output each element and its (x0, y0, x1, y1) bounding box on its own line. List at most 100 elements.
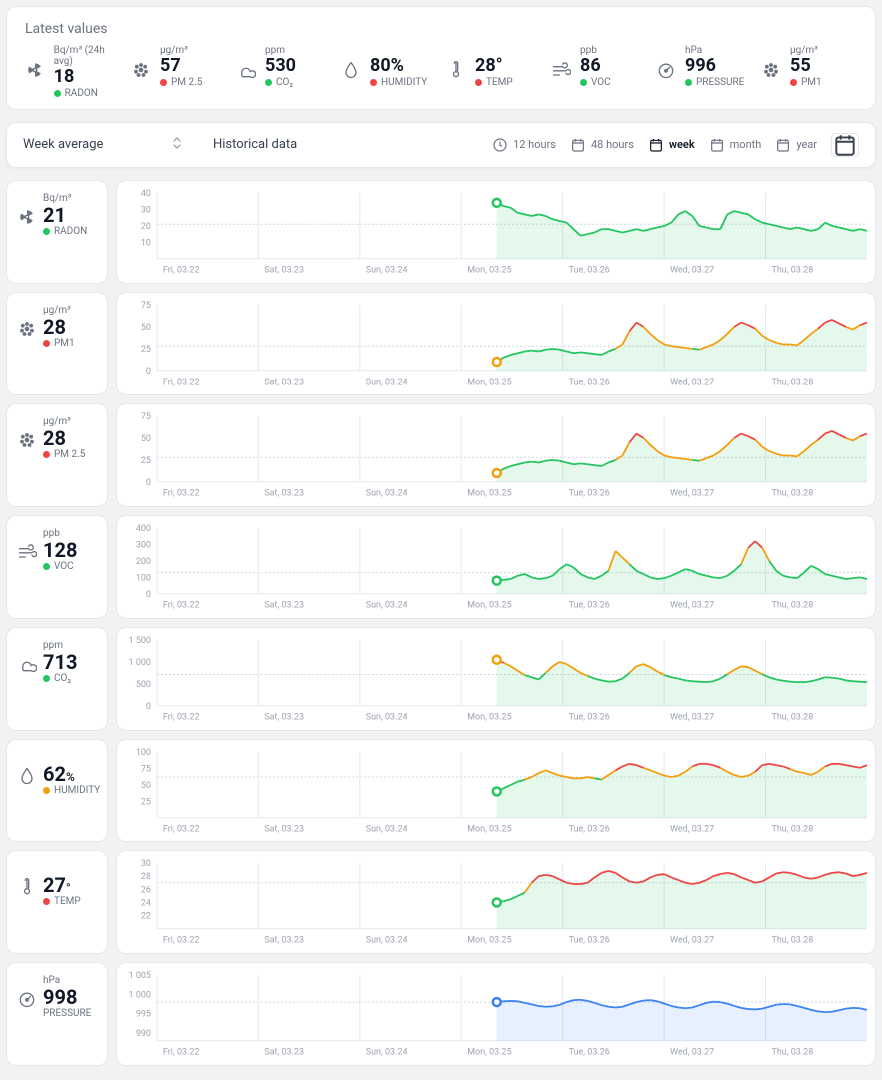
svg-text:25: 25 (141, 797, 151, 807)
average-select[interactable]: Week average (23, 137, 163, 152)
svg-text:Tue, 03.26: Tue, 03.26 (569, 936, 610, 946)
svg-text:75: 75 (141, 301, 151, 311)
chart-row-pm25: µg/m³ 28 PM 2.5 0255075Fri, 03.22Sat, 03… (6, 403, 876, 507)
svg-text:Mon, 03.25: Mon, 03.25 (467, 266, 511, 276)
status-dot (790, 79, 797, 86)
chart-pressure[interactable]: 9909951 0001 005Fri, 03.22Sat, 03.23Sun,… (116, 962, 876, 1066)
status-dot (475, 79, 482, 86)
status-dot (43, 675, 50, 682)
range-48h[interactable]: 48 hours (570, 137, 634, 153)
svg-text:Wed, 03.27: Wed, 03.27 (670, 489, 714, 499)
svg-text:Mon, 03.25: Mon, 03.25 (467, 713, 511, 723)
side-name: VOC (54, 561, 74, 572)
svg-text:Tue, 03.26: Tue, 03.26 (569, 601, 610, 611)
range-12h[interactable]: 12 hours (492, 137, 556, 153)
svg-text:200: 200 (136, 557, 151, 567)
range-label: month (730, 138, 762, 151)
side-card-humidity: 62% HUMIDITY (6, 739, 108, 843)
svg-text:30: 30 (141, 205, 151, 215)
status-dot (43, 898, 50, 905)
svg-text:Sat, 03.23: Sat, 03.23 (264, 1048, 304, 1058)
svg-text:50: 50 (141, 434, 151, 444)
chart-voc[interactable]: 0100200300400Fri, 03.22Sat, 03.23Sun, 03… (116, 515, 876, 619)
range-week[interactable]: week (648, 137, 695, 153)
svg-text:Sun, 03.24: Sun, 03.24 (366, 489, 408, 499)
svg-text:0: 0 (146, 702, 151, 712)
svg-text:1 500: 1 500 (129, 636, 151, 646)
chart-temp[interactable]: 2224262830Fri, 03.22Sat, 03.23Sun, 03.24… (116, 850, 876, 954)
chart-pm1[interactable]: 0255075Fri, 03.22Sat, 03.23Sun, 03.24Mon… (116, 292, 876, 396)
svg-text:Wed, 03.27: Wed, 03.27 (670, 601, 714, 611)
side-name: HUMIDITY (54, 785, 100, 796)
radon-icon (25, 59, 46, 81)
temp-icon (17, 877, 37, 897)
lv-name: PM1 (801, 77, 822, 88)
range-label: year (796, 138, 817, 151)
svg-text:Fri, 03.22: Fri, 03.22 (163, 1048, 200, 1058)
side-name: PM1 (54, 338, 75, 349)
svg-text:990: 990 (136, 1029, 151, 1039)
svg-text:25: 25 (141, 456, 151, 466)
svg-text:Fri, 03.22: Fri, 03.22 (163, 824, 200, 834)
svg-text:995: 995 (136, 1010, 151, 1020)
side-value: 28 (43, 316, 75, 338)
svg-text:0: 0 (146, 478, 151, 488)
side-unit (43, 752, 100, 763)
chart-row-humidity: 62% HUMIDITY 255075100Fri, 03.22Sat, 03.… (6, 739, 876, 843)
latest-values-title: Latest values (25, 21, 857, 37)
latest-radon: Bq/m³ (24h avg) 18 RADON (25, 45, 122, 99)
svg-text:Sat, 03.23: Sat, 03.23 (264, 713, 304, 723)
side-value: 62% (43, 763, 100, 785)
historical-data-label: Historical data (213, 137, 297, 152)
svg-text:Tue, 03.26: Tue, 03.26 (569, 489, 610, 499)
svg-text:Fri, 03.22: Fri, 03.22 (163, 601, 200, 611)
latest-values-row: Bq/m³ (24h avg) 18 RADON µg/m³ 57 PM 2.5… (25, 45, 857, 99)
range-year[interactable]: year (775, 137, 817, 153)
svg-text:Wed, 03.27: Wed, 03.27 (670, 824, 714, 834)
calendar-button[interactable] (831, 133, 859, 157)
chart-co2[interactable]: 05001 0001 500Fri, 03.22Sat, 03.23Sun, 0… (116, 627, 876, 731)
svg-text:26: 26 (141, 886, 151, 896)
chart-humidity[interactable]: 255075100Fri, 03.22Sat, 03.23Sun, 03.24M… (116, 739, 876, 843)
side-card-co2: ppm 713 CO₂ (6, 627, 108, 731)
chart-row-pm1: µg/m³ 28 PM1 0255075Fri, 03.22Sat, 03.23… (6, 292, 876, 396)
svg-text:30: 30 (141, 859, 151, 869)
chart-pm25[interactable]: 0255075Fri, 03.22Sat, 03.23Sun, 03.24Mon… (116, 403, 876, 507)
side-unit: µg/m³ (43, 305, 75, 316)
svg-text:Thu, 03.28: Thu, 03.28 (772, 824, 814, 834)
svg-text:Sun, 03.24: Sun, 03.24 (366, 713, 408, 723)
side-card-temp: 27° TEMP (6, 850, 108, 954)
status-dot (43, 228, 50, 235)
latest-values-card: Latest values Bq/m³ (24h avg) 18 RADON µ… (6, 6, 876, 110)
latest-co-: ppm 530 CO₂ (235, 45, 332, 99)
lv-name: PRESSURE (696, 77, 744, 88)
chart-radon[interactable]: 10203040Fri, 03.22Sat, 03.23Sun, 03.24Mo… (116, 180, 876, 284)
lv-name: CO₂ (276, 77, 293, 88)
status-dot (43, 563, 50, 570)
svg-text:0: 0 (146, 366, 151, 376)
svg-text:100: 100 (136, 573, 151, 583)
svg-text:40: 40 (141, 189, 151, 199)
side-value: 713 (43, 651, 77, 673)
svg-text:Mon, 03.25: Mon, 03.25 (467, 936, 511, 946)
lv-value: 28° (475, 56, 513, 76)
side-name: TEMP (54, 896, 81, 907)
chevron-sort-icon[interactable] (171, 136, 183, 154)
svg-text:Mon, 03.25: Mon, 03.25 (467, 601, 511, 611)
side-value: 998 (43, 986, 91, 1008)
range-label: week (669, 138, 695, 151)
svg-text:1 005: 1 005 (129, 971, 151, 981)
svg-text:Wed, 03.27: Wed, 03.27 (670, 936, 714, 946)
chart-row-pressure: hPa 998 PRESSURE 9909951 0001 005Fri, 03… (6, 962, 876, 1066)
svg-text:Tue, 03.26: Tue, 03.26 (569, 266, 610, 276)
svg-text:0: 0 (146, 590, 151, 600)
side-name: CO₂ (54, 673, 71, 684)
range-month[interactable]: month (709, 137, 762, 153)
svg-text:24: 24 (141, 899, 151, 909)
svg-text:Fri, 03.22: Fri, 03.22 (163, 266, 200, 276)
svg-text:Thu, 03.28: Thu, 03.28 (772, 489, 814, 499)
svg-text:Sun, 03.24: Sun, 03.24 (366, 1048, 408, 1058)
svg-text:Sat, 03.23: Sat, 03.23 (264, 377, 304, 387)
svg-text:75: 75 (141, 764, 151, 774)
range-label: 12 hours (513, 138, 556, 151)
